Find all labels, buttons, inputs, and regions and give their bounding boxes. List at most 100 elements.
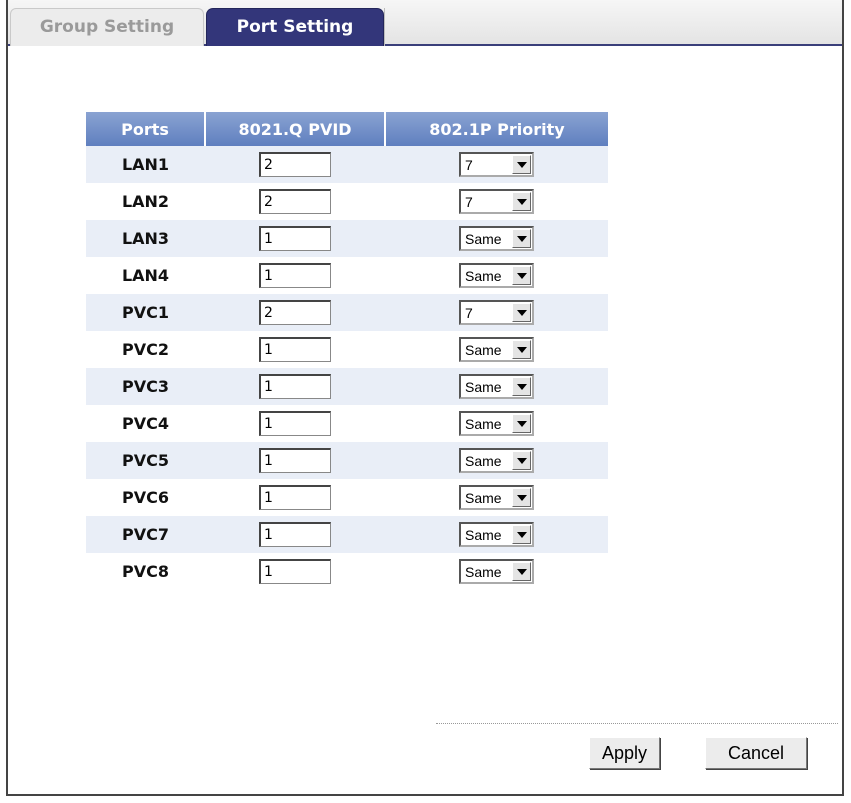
pvid-cell — [205, 257, 385, 294]
pvid-input[interactable] — [259, 448, 331, 473]
pvid-cell — [205, 331, 385, 368]
pvid-input[interactable] — [259, 559, 331, 584]
priority-select[interactable]: Same — [459, 374, 534, 399]
pvid-cell — [205, 553, 385, 590]
dropdown-button[interactable] — [512, 525, 531, 544]
dropdown-button[interactable] — [512, 340, 531, 359]
tab-port-setting[interactable]: Port Setting — [206, 8, 384, 46]
tab-bar: Group Setting Port Setting — [8, 0, 842, 46]
table-row: LAN4 Same — [86, 257, 608, 294]
table-row: LAN3 Same — [86, 220, 608, 257]
priority-cell: Same — [385, 479, 608, 516]
chevron-down-icon — [516, 161, 527, 168]
port-settings-table: Ports 8021.Q PVID 802.1P Priority LAN17L… — [86, 112, 608, 590]
dropdown-button[interactable] — [512, 229, 531, 248]
priority-value: Same — [465, 341, 502, 358]
dropdown-button[interactable] — [512, 562, 531, 581]
priority-cell: Same — [385, 516, 608, 553]
pvid-input[interactable] — [259, 263, 331, 288]
cancel-button[interactable]: Cancel — [705, 737, 807, 769]
priority-value: Same — [465, 415, 502, 432]
priority-cell: Same — [385, 331, 608, 368]
priority-value: Same — [465, 526, 502, 543]
table-row: PVC2 Same — [86, 331, 608, 368]
port-name: PVC1 — [86, 294, 205, 331]
port-name: PVC6 — [122, 488, 169, 507]
priority-value: 7 — [465, 304, 473, 321]
pvid-input[interactable] — [259, 411, 331, 436]
port-name: LAN2 — [121, 192, 170, 211]
priority-value: 7 — [465, 193, 473, 210]
port-name: LAN3 — [86, 220, 205, 257]
priority-select[interactable]: 7 — [459, 300, 534, 325]
dropdown-button[interactable] — [512, 266, 531, 285]
table-row: PVC3 Same — [86, 368, 608, 405]
priority-select[interactable]: Same — [459, 559, 534, 584]
priority-cell: Same — [385, 257, 608, 294]
priority-select[interactable]: Same — [459, 411, 534, 436]
dropdown-button[interactable] — [512, 451, 531, 470]
priority-value: Same — [465, 563, 502, 580]
priority-value: Same — [465, 452, 502, 469]
chevron-down-icon — [516, 272, 527, 279]
priority-select[interactable]: Same — [459, 448, 534, 473]
dropdown-button[interactable] — [512, 414, 531, 433]
pvid-cell — [205, 516, 385, 553]
port-name: PVC7 — [86, 516, 205, 553]
priority-value: Same — [465, 378, 502, 395]
dropdown-button[interactable] — [512, 488, 531, 507]
chevron-down-icon — [516, 383, 527, 390]
chevron-down-icon — [516, 531, 527, 538]
port-name: PVC4 — [122, 414, 169, 433]
dropdown-button[interactable] — [512, 377, 531, 396]
table-row: PVC5 Same — [86, 442, 608, 479]
pvid-input[interactable] — [259, 152, 331, 177]
priority-cell: Same — [385, 553, 608, 590]
priority-select[interactable]: Same — [459, 263, 534, 288]
tab-divider — [384, 8, 385, 46]
priority-value: Same — [465, 489, 502, 506]
chevron-down-icon — [516, 235, 527, 242]
chevron-down-icon — [516, 346, 527, 353]
header-ports: Ports — [86, 112, 206, 146]
dropdown-button[interactable] — [512, 192, 531, 211]
pvid-input[interactable] — [259, 189, 331, 214]
priority-cell: Same — [385, 405, 608, 442]
port-name: PVC3 — [86, 368, 205, 405]
priority-value: Same — [465, 267, 502, 284]
apply-button[interactable]: Apply — [589, 737, 660, 769]
table-row: PVC6 Same — [86, 479, 608, 516]
dotted-divider — [436, 723, 838, 724]
pvid-input[interactable] — [259, 300, 331, 325]
port-name: PVC8 — [122, 562, 169, 581]
port-name: PVC5 — [86, 442, 205, 479]
pvid-cell — [205, 146, 385, 183]
port-name: LAN4 — [121, 266, 170, 285]
pvid-input[interactable] — [259, 226, 331, 251]
chevron-down-icon — [516, 420, 527, 427]
priority-select[interactable]: Same — [459, 485, 534, 510]
pvid-cell — [205, 479, 385, 516]
priority-select[interactable]: 7 — [459, 152, 534, 177]
table-row: PVC1 7 — [86, 294, 608, 331]
table-row: PVC4 Same — [86, 405, 608, 442]
pvid-cell — [205, 368, 385, 405]
priority-cell: 7 — [385, 183, 608, 220]
pvid-cell — [205, 442, 385, 479]
pvid-input[interactable] — [259, 522, 331, 547]
priority-cell: Same — [385, 368, 608, 405]
dropdown-button[interactable] — [512, 303, 531, 322]
pvid-cell — [205, 294, 385, 331]
tab-group-setting[interactable]: Group Setting — [10, 8, 204, 46]
dropdown-button[interactable] — [512, 155, 531, 174]
pvid-input[interactable] — [259, 374, 331, 399]
header-pvid: 8021.Q PVID — [205, 112, 386, 146]
pvid-input[interactable] — [259, 485, 331, 510]
priority-select[interactable]: Same — [459, 522, 534, 547]
priority-select[interactable]: 7 — [459, 189, 534, 214]
priority-select[interactable]: Same — [459, 226, 534, 251]
pvid-input[interactable] — [259, 337, 331, 362]
chevron-down-icon — [516, 198, 527, 205]
table-row: LAN1 7 — [86, 146, 608, 183]
priority-select[interactable]: Same — [459, 337, 534, 362]
